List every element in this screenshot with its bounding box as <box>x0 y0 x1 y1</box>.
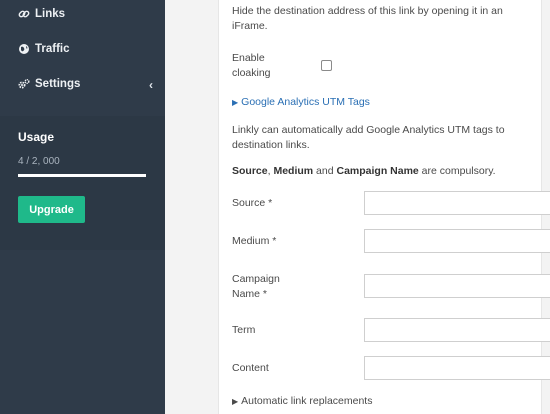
usage-title: Usage <box>18 130 55 144</box>
compulsory-campaign: Campaign Name <box>336 165 419 177</box>
link-options-panel: Hide the destination address of this lin… <box>218 0 550 414</box>
source-input[interactable] <box>364 191 550 215</box>
term-input[interactable] <box>364 318 550 342</box>
utm-tags-toggle[interactable]: ▶ Google Analytics UTM Tags <box>232 96 370 108</box>
sidebar-item-settings[interactable]: Settings ‹ <box>18 78 153 92</box>
utm-description: Linkly can automatically add Google Anal… <box>232 124 505 151</box>
usage-panel: Usage 4 / 2, 000 Upgrade <box>0 116 165 250</box>
medium-input[interactable] <box>364 229 550 253</box>
sidebar-item-label: Links <box>35 8 66 20</box>
usage-progress-bar <box>18 174 146 177</box>
auto-replacements-label: Automatic link replacements <box>241 395 373 407</box>
compulsory-and: and <box>313 165 337 177</box>
content-input[interactable] <box>364 356 550 380</box>
content-label: Content <box>232 362 269 374</box>
app-window: Links Traffic Settings ‹ Usage 4 / 2, 00… <box>0 0 550 414</box>
cloaking-description: Hide the destination address of this lin… <box>232 5 503 32</box>
compulsory-rest: are compulsory. <box>418 165 496 177</box>
sidebar-item-links[interactable]: Links <box>18 8 65 20</box>
main-content: Hide the destination address of this lin… <box>165 0 550 414</box>
compulsory-source: Source <box>232 165 268 177</box>
utm-tags-label: Google Analytics UTM Tags <box>241 96 370 108</box>
link-icon <box>18 8 30 20</box>
sidebar-item-label: Traffic <box>35 43 70 55</box>
caret-right-icon: ▶ <box>232 98 239 107</box>
caret-right-icon: ▶ <box>232 397 239 406</box>
source-label: Source * <box>232 197 273 209</box>
globe-icon <box>18 43 30 55</box>
sidebar-lower-area <box>0 250 165 414</box>
sidebar-item-traffic[interactable]: Traffic <box>18 43 70 55</box>
campaign-name-input[interactable] <box>364 274 550 298</box>
compulsory-note: Source, Medium and Campaign Name are com… <box>232 164 537 179</box>
auto-replacements-toggle[interactable]: ▶ Automatic link replacements <box>232 395 372 407</box>
usage-progress-fill <box>18 174 146 177</box>
upgrade-button[interactable]: Upgrade <box>18 196 85 223</box>
term-label: Term <box>232 324 256 336</box>
cloaking-checkbox[interactable] <box>321 60 332 71</box>
cloaking-label: Enable cloaking <box>232 52 271 79</box>
compulsory-medium: Medium <box>273 165 314 177</box>
sidebar-item-label: Settings <box>35 78 81 90</box>
medium-label: Medium * <box>232 235 277 247</box>
usage-count: 4 / 2, 000 <box>18 156 60 167</box>
gears-icon <box>18 78 30 90</box>
campaign-name-label: Campaign Name * <box>232 273 280 300</box>
sidebar: Links Traffic Settings ‹ Usage 4 / 2, 00… <box>0 0 165 414</box>
chevron-left-icon[interactable]: ‹ <box>149 78 153 92</box>
